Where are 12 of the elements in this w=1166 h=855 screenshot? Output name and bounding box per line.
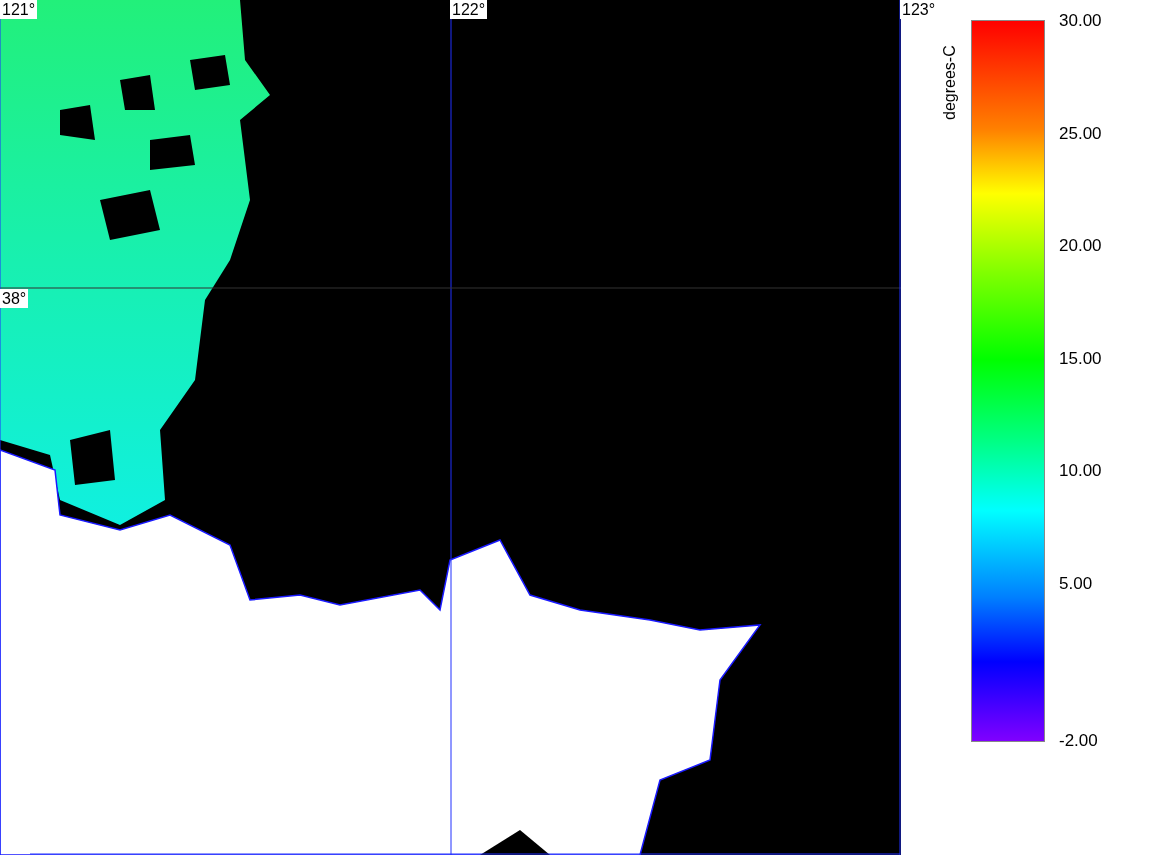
longitude-label: 122° — [450, 0, 488, 19]
colorbar-tick-label: 15.00 — [1059, 348, 1102, 368]
colorbar-tick-label: 30.00 — [1059, 11, 1102, 30]
longitude-label: 123° — [900, 0, 938, 19]
latitude-label: 38° — [0, 289, 29, 308]
colorbar-tick-label: 5.00 — [1059, 573, 1093, 593]
colorbar-tick-label: 20.00 — [1059, 236, 1102, 255]
colorbar-tick-label: -2.00 — [1059, 731, 1098, 750]
longitude-label: 121° — [0, 0, 38, 19]
colorbar-unit-label: degrees-C — [941, 44, 959, 120]
colorbar-tick-label: 10.00 — [1059, 461, 1102, 480]
colorbar-tick-label: 25.00 — [1059, 123, 1102, 143]
